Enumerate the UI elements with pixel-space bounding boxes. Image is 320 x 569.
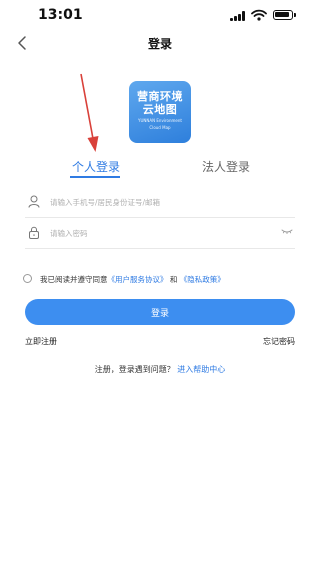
- app-logo: 营商环境 云地图 YUNNAN Environment Cloud Map: [129, 81, 191, 143]
- tab-legal-person-login[interactable]: 法人登录: [196, 158, 256, 175]
- eye-closed-icon[interactable]: [281, 229, 293, 235]
- wifi-icon: [251, 9, 267, 21]
- agreement-prefix: 我已阅读并遵守同意: [40, 275, 108, 284]
- status-bar: 13:01: [0, 0, 320, 30]
- user-icon: [28, 195, 40, 208]
- tab-personal-login[interactable]: 个人登录: [68, 158, 124, 175]
- cellular-signal-icon: [230, 11, 247, 21]
- agreement-and: 和: [169, 275, 178, 284]
- nav-bar: 登录: [0, 30, 320, 56]
- agreement-text: 我已阅读并遵守同意《用户服务协议》 和 《隐私政策》: [40, 274, 225, 285]
- help-row: 注册，登录遇到问题？ 进入帮助中心: [0, 364, 320, 375]
- status-time: 13:01: [38, 7, 83, 23]
- help-center-link[interactable]: 进入帮助中心: [177, 365, 225, 374]
- help-text: 注册，登录遇到问题？: [94, 365, 175, 374]
- logo-title-line1: 营商环境: [137, 90, 183, 103]
- privacy-policy-link[interactable]: 《隐私政策》: [180, 275, 225, 284]
- login-button[interactable]: 登录: [25, 299, 295, 325]
- forgot-password-link[interactable]: 忘记密码: [263, 336, 295, 347]
- page-title: 登录: [147, 37, 172, 51]
- agreement-checkbox[interactable]: [23, 274, 32, 283]
- battery-icon: [273, 10, 296, 20]
- register-link[interactable]: 立即注册: [25, 336, 57, 347]
- user-agreement-link[interactable]: 《用户服务协议》: [108, 275, 168, 284]
- password-field: [25, 220, 295, 249]
- account-input[interactable]: [50, 191, 275, 213]
- logo-subtitle-line1: YUNNAN Environment: [138, 118, 182, 123]
- logo-subtitle-line2: Cloud Map: [149, 125, 171, 130]
- logo-title-line2: 云地图: [142, 103, 178, 116]
- annotation-arrow-icon: [80, 73, 99, 152]
- active-tab-indicator: [70, 176, 120, 178]
- lock-icon: [29, 226, 39, 239]
- password-input[interactable]: [50, 222, 275, 244]
- account-field: [25, 189, 295, 218]
